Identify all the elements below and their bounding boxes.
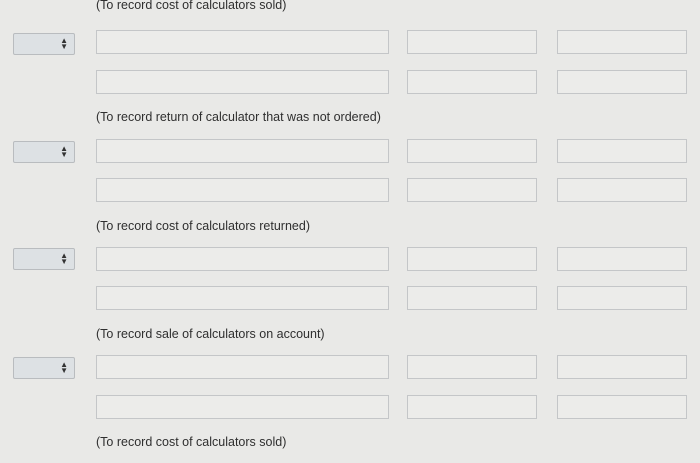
up-down-chevron-icon: ▲ ▼ (60, 360, 68, 375)
date-select-2[interactable]: ▲ ▼ (13, 141, 75, 163)
entry-note-2: (To record cost of calculators returned) (96, 219, 310, 233)
debit-field-3b[interactable] (407, 286, 537, 310)
up-down-chevron-icon: ▲ ▼ (60, 251, 68, 266)
debit-field-3a[interactable] (407, 247, 537, 271)
credit-field-4a[interactable] (557, 355, 687, 379)
debit-field-1b[interactable] (407, 70, 537, 94)
account-field-3a[interactable] (96, 247, 389, 271)
account-field-2a[interactable] (96, 139, 389, 163)
credit-field-1a[interactable] (557, 30, 687, 54)
account-field-2b[interactable] (96, 178, 389, 202)
entry-note-3: (To record sale of calculators on accoun… (96, 327, 325, 341)
debit-field-2b[interactable] (407, 178, 537, 202)
entry-note-top: (To record cost of calculators sold) (96, 0, 287, 12)
debit-field-4a[interactable] (407, 355, 537, 379)
account-field-1a[interactable] (96, 30, 389, 54)
account-field-4a[interactable] (96, 355, 389, 379)
debit-field-2a[interactable] (407, 139, 537, 163)
credit-field-1b[interactable] (557, 70, 687, 94)
account-field-4b[interactable] (96, 395, 389, 419)
date-select-1[interactable]: ▲ ▼ (13, 33, 75, 55)
credit-field-2b[interactable] (557, 178, 687, 202)
entry-note-4: (To record cost of calculators sold) (96, 435, 287, 449)
account-field-3b[interactable] (96, 286, 389, 310)
credit-field-2a[interactable] (557, 139, 687, 163)
date-select-4[interactable]: ▲ ▼ (13, 357, 75, 379)
debit-field-1a[interactable] (407, 30, 537, 54)
credit-field-4b[interactable] (557, 395, 687, 419)
account-field-1b[interactable] (96, 70, 389, 94)
credit-field-3b[interactable] (557, 286, 687, 310)
date-select-3[interactable]: ▲ ▼ (13, 248, 75, 270)
debit-field-4b[interactable] (407, 395, 537, 419)
up-down-chevron-icon: ▲ ▼ (60, 36, 68, 51)
credit-field-3a[interactable] (557, 247, 687, 271)
entry-note-1: (To record return of calculator that was… (96, 110, 381, 124)
up-down-chevron-icon: ▲ ▼ (60, 144, 68, 159)
